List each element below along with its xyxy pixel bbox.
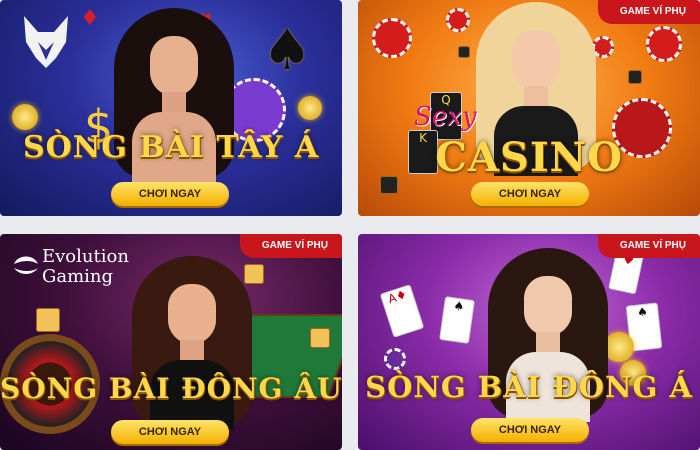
sub-wallet-badge: GAME VÍ PHỤ (597, 0, 700, 24)
sub-wallet-badge: GAME VÍ PHỤ (597, 234, 700, 258)
poker-chip-icon (446, 8, 470, 32)
poker-chip-icon (384, 348, 406, 370)
card-title: SÒNG BÀI TÂY Á (23, 130, 319, 165)
poker-chip-icon (646, 26, 682, 62)
logo-text-line1: Evolution (42, 246, 129, 267)
card-title-script: Sexy (414, 102, 477, 132)
card-title: SÒNG BÀI ĐÔNG ÂU (0, 372, 342, 405)
playing-card-icon: ♠ (439, 296, 475, 344)
diamond-icon: ♦ (80, 6, 100, 31)
game-card-sexy-casino[interactable]: Q K GAME VÍ PHỤ Sexy CASINO CHƠI NGAY (358, 0, 700, 216)
coin-icon (298, 96, 322, 120)
play-now-button[interactable]: CHƠI NGAY (471, 182, 589, 206)
spade-icon: ♠ (262, 18, 313, 83)
play-now-button[interactable]: CHƠI NGAY (111, 420, 229, 444)
evolution-logo-icon (14, 256, 38, 274)
coin-icon (12, 104, 38, 130)
poker-chip-icon (372, 18, 412, 58)
dice-icon (244, 264, 264, 284)
card-title: SÒNG BÀI ĐÔNG Á (365, 370, 693, 404)
card-title: CASINO (435, 134, 623, 181)
game-grid: ♦ ♥ ♠ $ SÒNG BÀI TÂY Á CHƠI NGAY Q K (0, 0, 700, 450)
game-card-song-bai-tay-a[interactable]: ♦ ♥ ♠ $ SÒNG BÀI TÂY Á CHƠI NGAY (0, 0, 342, 216)
logo-text-line2: Gaming (42, 266, 114, 287)
sub-wallet-badge: GAME VÍ PHỤ (239, 234, 342, 258)
play-now-button[interactable]: CHƠI NGAY (111, 182, 229, 206)
dice-icon (36, 308, 60, 332)
dice-icon (458, 46, 470, 58)
dice-icon (310, 328, 330, 348)
playing-card-icon: A♦ (379, 284, 425, 338)
game-card-song-bai-dong-au[interactable]: Evolution Gaming GAME VÍ PHỤ SÒNG BÀI ĐÔ… (0, 234, 342, 450)
game-card-song-bai-dong-a[interactable]: A♦ ♥ ♠ ♠ GAME VÍ PHỤ SÒNG BÀI ĐÔNG Á CHƠ… (358, 234, 700, 450)
coin-stack-icon (604, 332, 634, 362)
fox-logo-icon (24, 16, 68, 68)
play-now-button[interactable]: CHƠI NGAY (471, 418, 589, 442)
dice-icon (628, 70, 642, 84)
